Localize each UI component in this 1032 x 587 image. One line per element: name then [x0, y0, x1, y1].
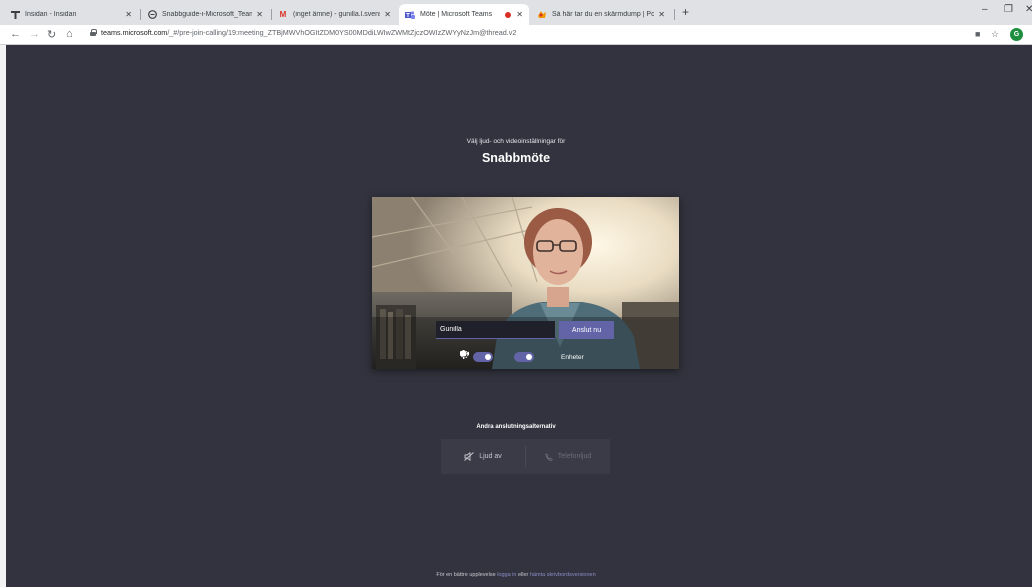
- device-controls: Enheter: [460, 350, 584, 364]
- new-tab-button[interactable]: +: [682, 5, 689, 19]
- page-left-edge: [0, 45, 6, 587]
- profile-avatar[interactable]: G: [1010, 28, 1023, 41]
- tab-gmail[interactable]: M (inget ämne) - gunilla.l.svensson ✕: [272, 4, 397, 25]
- close-tab-icon[interactable]: ✕: [516, 10, 523, 19]
- devices-button[interactable]: Enheter: [460, 350, 584, 362]
- camera-toggle[interactable]: [473, 352, 493, 362]
- back-icon[interactable]: ←: [10, 28, 21, 40]
- join-now-button[interactable]: Anslut nu: [559, 321, 614, 339]
- tab-insidan[interactable]: Insidan - Insidan ✕: [4, 4, 138, 25]
- forward-icon[interactable]: →: [29, 28, 40, 40]
- other-options-panel: Ljud av Telefonljud: [441, 439, 610, 474]
- video-preview: Anslut nu Enheter: [372, 197, 679, 369]
- close-tab-icon[interactable]: ✕: [658, 10, 665, 19]
- tab-pc-screenshot[interactable]: Så här tar du en skärmdump | Pc ✕: [531, 4, 671, 25]
- audio-off-label: Ljud av: [479, 453, 502, 460]
- browser-tab-strip: Insidan - Insidan ✕ Snabbguide-i-Microso…: [0, 0, 1032, 25]
- tab-teams-meeting[interactable]: Möte | Microsoft Teams ✕: [399, 4, 529, 25]
- footer-middle: eller: [518, 572, 529, 578]
- prejoin-subtitle: Välj ljud- och videoinställningar för: [466, 138, 566, 145]
- name-field[interactable]: [436, 321, 555, 339]
- url-host: teams.microsoft.com: [101, 28, 168, 37]
- reload-icon[interactable]: ↻: [47, 28, 56, 41]
- address-bar[interactable]: teams.microsoft.com/_#/pre-join-calling/…: [90, 28, 516, 37]
- phone-audio-label: Telefonljud: [557, 453, 592, 460]
- gear-icon: [460, 350, 557, 362]
- microphone-icon: [460, 350, 510, 362]
- home-icon[interactable]: ⌂: [66, 28, 73, 40]
- lock-icon: [90, 29, 97, 36]
- footer-prefix: För en bättre upplevelse: [436, 572, 496, 578]
- login-link[interactable]: logga in: [497, 572, 516, 578]
- camera-feed-image: [372, 197, 679, 369]
- phone-audio-option[interactable]: Telefonljud: [526, 439, 610, 474]
- close-tab-icon[interactable]: ✕: [256, 10, 263, 19]
- globe-icon: [147, 10, 157, 20]
- tab-title: (inget ämne) - gunilla.l.svensson: [293, 11, 380, 18]
- close-tab-icon[interactable]: ✕: [384, 10, 391, 19]
- other-options-title: Andra anslutningsalternativ: [476, 424, 556, 430]
- meeting-title: Snabbmöte: [481, 151, 551, 165]
- minimize-icon[interactable]: –: [982, 4, 988, 15]
- tab-title: Möte | Microsoft Teams: [420, 11, 493, 18]
- footer-text: För en bättre upplevelse logga in eller …: [0, 572, 1032, 578]
- close-window-icon[interactable]: ✕: [1025, 4, 1032, 15]
- teams-icon: [405, 10, 415, 20]
- gmail-icon: M: [279, 10, 287, 19]
- tab-title: Insidan - Insidan: [25, 11, 77, 18]
- bookmark-star-icon[interactable]: ☆: [991, 29, 999, 40]
- speaker-off-icon: [464, 452, 475, 461]
- audio-off-option[interactable]: Ljud av: [441, 439, 525, 474]
- microphone-toggle[interactable]: [514, 352, 534, 362]
- download-desktop-link[interactable]: hämta skrivbordsversionen: [530, 572, 596, 578]
- close-tab-icon[interactable]: ✕: [125, 10, 132, 19]
- tab-title: Så här tar du en skärmdump | Pc: [552, 11, 655, 18]
- tab-title: Snabbguide-i-Microsoft_Teams.p: [162, 11, 253, 18]
- devices-label: Enheter: [561, 353, 584, 361]
- recording-indicator-icon: [505, 11, 512, 18]
- restore-icon[interactable]: ❐: [1004, 4, 1013, 15]
- camera-indicator-icon[interactable]: ■: [975, 29, 980, 39]
- url-path: /_#/pre-join-calling/19:meeting_ZTBjMWVh…: [167, 28, 517, 37]
- browser-toolbar: ← → ↻ ⌂ teams.microsoft.com/_#/pre-join-…: [0, 25, 1032, 45]
- tab-snabbguide[interactable]: Snabbguide-i-Microsoft_Teams.p ✕: [141, 4, 269, 25]
- phone-icon: [544, 452, 553, 461]
- teams-insidan-icon: [10, 10, 20, 20]
- pc-icon: [537, 10, 547, 20]
